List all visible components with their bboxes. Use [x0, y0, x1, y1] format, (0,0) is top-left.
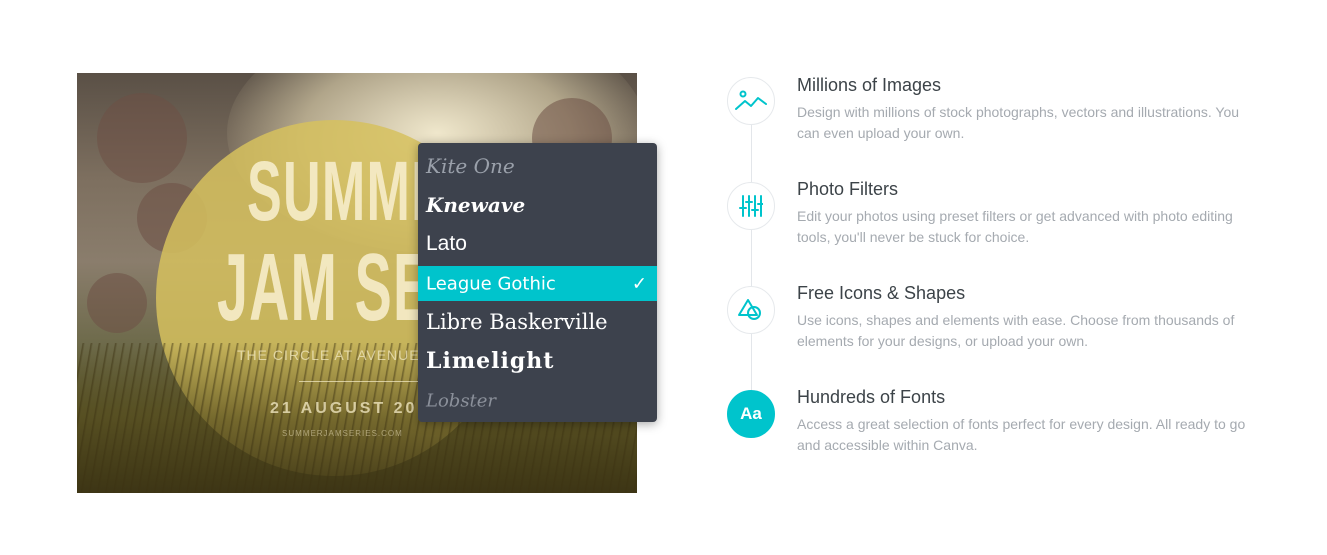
image-chart-icon — [727, 77, 775, 125]
shapes-icon — [727, 286, 775, 334]
font-option-knewave[interactable]: Knewave — [418, 187, 657, 223]
font-option-league-gothic[interactable]: League Gothic ✓ — [418, 266, 657, 301]
checkmark-icon: ✓ — [631, 273, 647, 293]
feature-timeline — [751, 100, 752, 410]
feature-description: Use icons, shapes and elements with ease… — [797, 312, 1235, 349]
feature-description: Edit your photos using preset filters or… — [797, 208, 1233, 245]
font-option-lobster[interactable]: Lobster — [418, 383, 657, 419]
font-option-label: League Gothic — [426, 273, 556, 294]
feature-description: Design with millions of stock photograph… — [797, 104, 1240, 141]
poster-title-line2: JAM SE — [217, 234, 432, 341]
font-dropdown[interactable]: Kite One Knewave Lato League Gothic ✓ Li… — [418, 143, 657, 422]
bokeh-blur — [87, 273, 147, 333]
bokeh-blur — [97, 93, 187, 183]
font-option-label: Limelight — [426, 348, 555, 374]
font-option-label: Libre Baskerville — [426, 310, 608, 334]
feature-title: Hundreds of Fonts — [797, 387, 946, 407]
sliders-icon — [727, 182, 775, 230]
font-option-label: Lobster — [426, 390, 497, 412]
feature-title: Photo Filters — [797, 179, 899, 199]
font-option-lato[interactable]: Lato — [418, 226, 657, 262]
feature-title: Millions of Images — [797, 75, 942, 95]
font-option-limelight[interactable]: Limelight — [418, 343, 657, 379]
feature-description: Access a great selection of fonts perfec… — [797, 416, 1246, 453]
poster-website: SUMMERJAMSERIES.COM — [282, 429, 403, 438]
font-option-libre-baskerville[interactable]: Libre Baskerville — [418, 304, 657, 340]
font-option-label: Kite One — [426, 154, 515, 178]
poster-date: 21 AUGUST 20 — [270, 400, 418, 417]
font-option-kite-one[interactable]: Kite One — [418, 148, 657, 184]
poster-venue: THE CIRCLE AT AVENUE — [237, 347, 420, 363]
font-icon: Aa — [727, 390, 775, 438]
poster-divider — [299, 381, 429, 382]
feature-title: Free Icons & Shapes — [797, 283, 966, 303]
font-option-label: Lato — [426, 232, 467, 255]
font-option-label: Knewave — [426, 193, 526, 217]
